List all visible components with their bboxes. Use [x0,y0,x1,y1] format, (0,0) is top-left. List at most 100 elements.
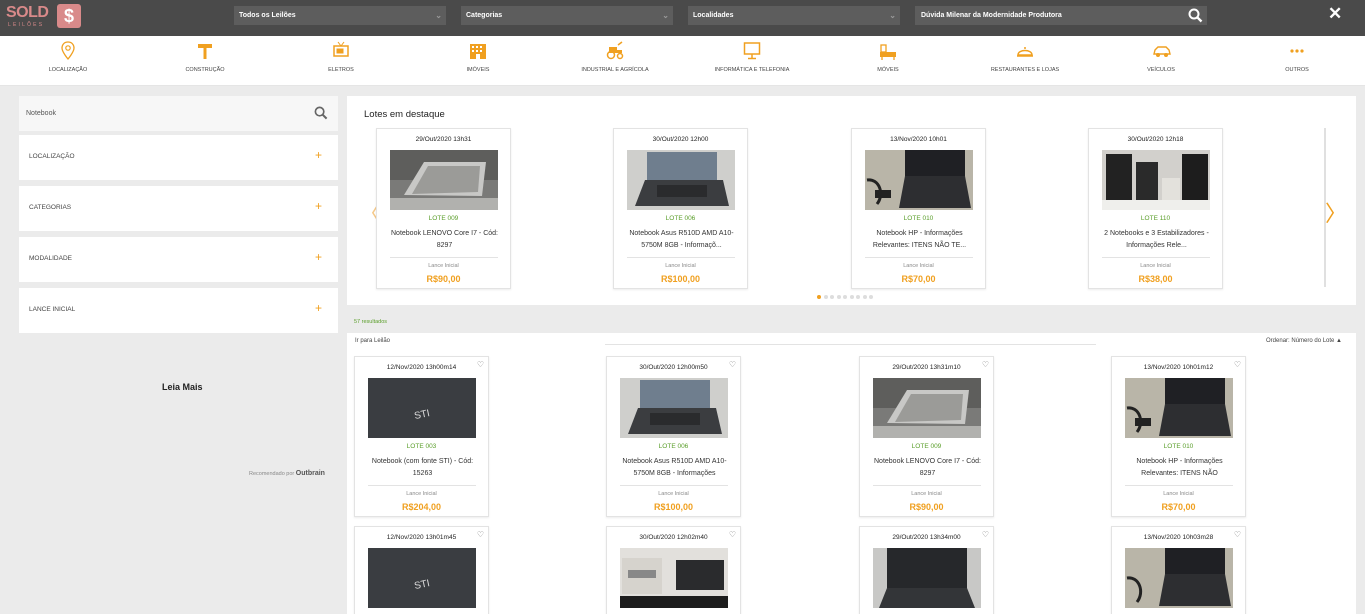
location-select[interactable]: Localidades ⌄ [688,6,900,25]
card-price-label: Lance Inicial [911,491,942,497]
card-title[interactable]: Notebook LENOVO Core I7 - Cód: 8297 [387,228,502,252]
carousel-dot[interactable] [836,295,841,299]
lot-image[interactable] [620,548,728,608]
outbrain-recommendation[interactable]: Recomendado por Outbrain [249,470,325,477]
card-title[interactable]: Notebook Asus R510D AMD A10-5750M 8GB - … [624,228,739,252]
card-price: R$70,00 [1161,502,1196,512]
category-eletros[interactable]: ELETROS [281,36,401,86]
lot-image[interactable] [865,150,973,210]
lot-image[interactable] [627,150,735,210]
lot-image[interactable]: STI [368,548,476,608]
result-card[interactable]: 13/Nov/2020 10h03m28 ♡ [1111,526,1246,614]
lot-image[interactable] [1102,150,1210,210]
carousel-dot[interactable] [869,295,873,299]
lot-image[interactable] [1125,378,1233,438]
carousel-dot[interactable] [843,295,847,299]
carousel-dot[interactable] [830,295,834,299]
lot-image[interactable]: STI [368,378,476,438]
card-title[interactable]: Notebook HP - Informações Relevantes: IT… [1122,456,1237,480]
category-bar: LOCALIZAÇÃO CONSTRUÇÃO ELETROS IMÓVEIS I… [0,36,1365,86]
lot-image[interactable] [1125,548,1233,608]
plus-icon[interactable]: + [315,148,322,162]
filter-label: MODALIDADE [29,255,72,262]
category-imoveis[interactable]: IMÓVEIS [418,36,538,86]
auction-select[interactable]: Todos os Leilões ⌄ [234,6,446,25]
category-construcao[interactable]: CONSTRUÇÃO [145,36,265,86]
plus-icon[interactable]: + [315,199,322,213]
result-card[interactable]: 30/Out/2020 12h00m50 ♡ LOTE 006 Notebook… [606,356,741,517]
card-lot-number: LOTE 009 [428,215,459,222]
carousel-dot[interactable] [817,295,821,299]
result-card[interactable]: 12/Nov/2020 13h01m45 ♡ STI [354,526,489,614]
heart-icon[interactable]: ♡ [477,530,484,539]
go-to-auction-link[interactable]: Ir para Leilão [355,338,390,344]
heart-icon[interactable]: ♡ [1234,360,1241,369]
heart-icon[interactable]: ♡ [1234,530,1241,539]
results-count: 57 resultados [354,319,388,325]
card-price-label: Lance Inicial [1163,491,1194,497]
card-title[interactable]: Notebook (com fonte STI) - Cód: 15263 [365,456,480,480]
carousel-dot[interactable] [823,295,828,299]
close-icon[interactable]: ✕ [1328,5,1342,22]
card-lot-number: LOTE 110 [1140,215,1171,222]
featured-card[interactable]: 30/Out/2020 12h00 LOTE 006 Notebook Asus… [613,128,748,289]
category-informatica[interactable]: INFORMÁTICA E TELEFONIA [692,36,812,86]
category-localizacao[interactable]: LOCALIZAÇÃO [8,36,128,86]
header-search-input[interactable]: Dúvida Milenar da Modernidade Produtora [915,6,1207,25]
category-moveis[interactable]: MÓVEIS [828,36,948,86]
carousel-dots [817,292,876,301]
lot-image[interactable] [390,150,498,210]
heart-icon[interactable]: ♡ [729,530,736,539]
card-title[interactable]: Notebook Asus R510D AMD A10-5750M 8GB - … [617,456,732,480]
featured-card[interactable]: 29/Out/2020 13h31 LOTE 009 Notebook LENO… [376,128,511,289]
heart-icon[interactable]: ♡ [982,360,989,369]
search-icon[interactable] [1188,8,1203,31]
filter-categorias[interactable]: CATEGORIAS + [19,186,338,231]
search-icon[interactable] [314,106,328,122]
heart-icon[interactable]: ♡ [477,360,484,369]
filter-modalidade[interactable]: MODALIDADE + [19,237,338,282]
result-card[interactable]: 29/Out/2020 13h31m10 ♡ LOTE 009 Notebook… [859,356,994,517]
category-select-value: Categorias [466,12,503,19]
auction-select-value: Todos os Leilões [239,12,296,19]
category-industrial[interactable]: INDUSTRIAL E AGRÍCOLA [555,36,675,86]
card-title[interactable]: Notebook LENOVO Core I7 - Cód: 8297 [870,456,985,480]
sort-select[interactable]: Ordenar: Número do Lote ▲ [1266,338,1342,344]
category-restaurantes[interactable]: RESTAURANTES E LOJAS [965,36,1085,86]
carousel-dot[interactable] [849,295,854,299]
filter-localizacao[interactable]: LOCALIZAÇÃO + [19,135,338,180]
top-bar: SOLD LEILÕES $ Todos os Leilões ⌄ Catego… [0,0,1365,36]
featured-card[interactable]: 13/Nov/2020 10h01 LOTE 010 Notebook HP -… [851,128,986,289]
heart-icon[interactable]: ♡ [729,360,736,369]
category-veiculos[interactable]: VEÍCULOS [1101,36,1221,86]
card-lot-number: LOTE 006 [665,215,696,222]
carousel-dot[interactable] [856,295,860,299]
card-title[interactable]: Notebook HP - Informações Relevantes: IT… [862,228,977,252]
category-select[interactable]: Categorias ⌄ [461,6,673,25]
category-outros[interactable]: OUTROS [1237,36,1357,86]
filter-lance-inicial[interactable]: LANCE INICIAL + [19,288,338,333]
featured-card[interactable]: 30/Out/2020 12h18 LOTE 110 2 Notebooks e… [1088,128,1223,289]
card-price-label: Lance Inicial [903,263,934,269]
cloche-icon [1017,47,1033,57]
result-card[interactable]: 13/Nov/2020 10h01m12 ♡ LOTE 010 Notebook… [1111,356,1246,517]
carousel-next-arrow-icon[interactable]: 〉 [1325,196,1347,228]
plus-icon[interactable]: + [315,250,322,264]
result-card[interactable]: 30/Out/2020 12h02m40 ♡ [606,526,741,614]
card-lot-number: LOTE 010 [1163,443,1194,450]
plus-icon[interactable]: + [315,301,322,315]
lot-image[interactable] [620,378,728,438]
heart-icon[interactable]: ♡ [982,530,989,539]
leia-mais-link[interactable]: Leia Mais [162,382,203,392]
lot-image[interactable] [873,378,981,438]
carousel-dot[interactable] [862,295,867,299]
card-date: 29/Out/2020 13h34m00 [892,534,961,541]
card-price: R$100,00 [653,502,694,512]
lot-image[interactable] [873,548,981,608]
result-card[interactable]: 12/Nov/2020 13h00m14 ♡ STI LOTE 003 Note… [354,356,489,517]
category-label: INDUSTRIAL E AGRÍCOLA [581,67,649,73]
sidebar-search-input[interactable]: Notebook [19,96,338,131]
card-title[interactable]: 2 Notebooks e 3 Estabilizadores - Inform… [1099,228,1214,252]
sold-logo[interactable]: SOLD LEILÕES $ [6,3,81,29]
result-card[interactable]: 29/Out/2020 13h34m00 ♡ [859,526,994,614]
